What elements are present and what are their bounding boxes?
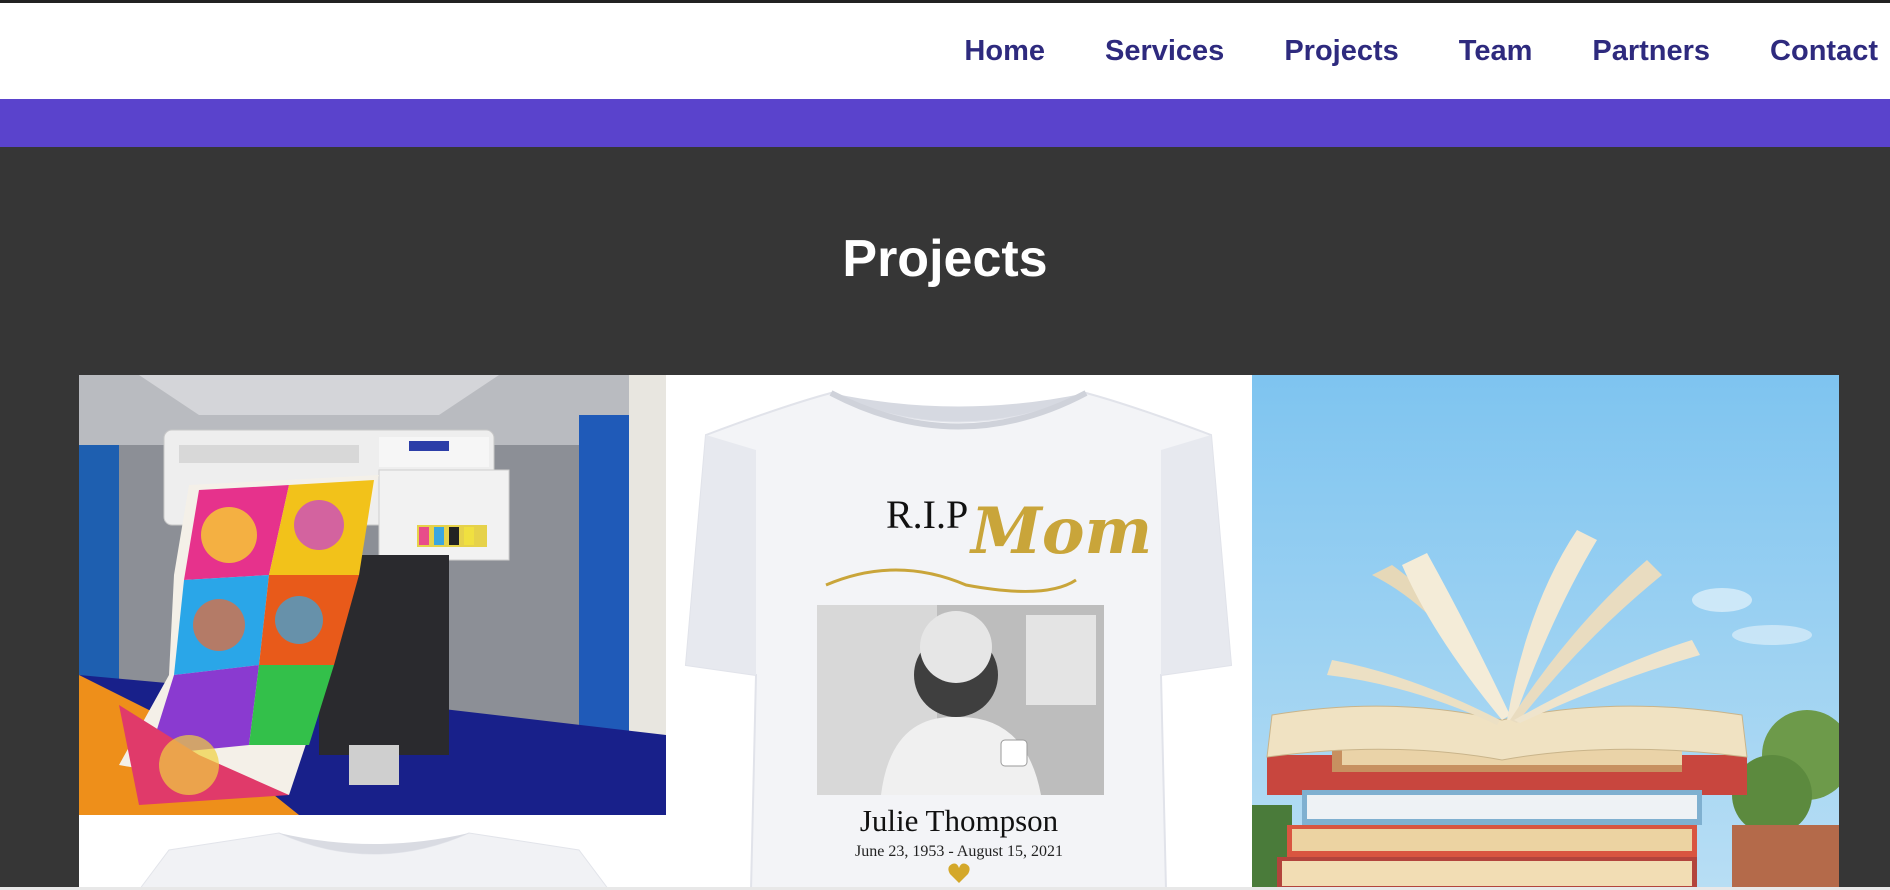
shirt-mom-text: Mom [969,494,1152,569]
memorial-shirt-image: R.I.P Mom Julie Thompson June 23, 1953 -… [666,375,1252,890]
nav-projects-link[interactable]: Projects [1284,35,1398,68]
nav-services-link[interactable]: Services [1105,35,1224,68]
printer-image [79,375,666,815]
shirt-rip-text: R.I.P [886,492,968,537]
shirt-dates-text: June 23, 1953 - August 15, 2021 [855,843,1063,860]
project-tile-tshirt-partial[interactable] [79,815,666,890]
project-tile-memorial-shirt[interactable]: R.I.P Mom Julie Thompson June 23, 1953 -… [666,375,1252,890]
navbar: Home Services Projects Team Partners Con… [0,3,1890,99]
section-title: Projects [842,230,1048,288]
shirt-name-text: Julie Thompson [860,803,1059,838]
nav-contact-link[interactable]: Contact [1770,35,1878,68]
nav-home-link[interactable]: Home [964,35,1045,68]
nav-partners-link[interactable]: Partners [1592,35,1710,68]
accent-band [0,99,1890,147]
tshirt-partial-image [79,815,666,890]
nav-team-link[interactable]: Team [1459,35,1533,68]
projects-section: Projects R.I.P Mom Julie Thompson June 2… [0,147,1890,890]
project-tile-printer[interactable] [79,375,666,815]
main-nav: Home Services Projects Team Partners Con… [964,3,1878,99]
project-gallery: R.I.P Mom Julie Thompson June 23, 1953 -… [79,375,1839,890]
books-image [1252,375,1839,890]
project-tile-books[interactable] [1252,375,1839,890]
